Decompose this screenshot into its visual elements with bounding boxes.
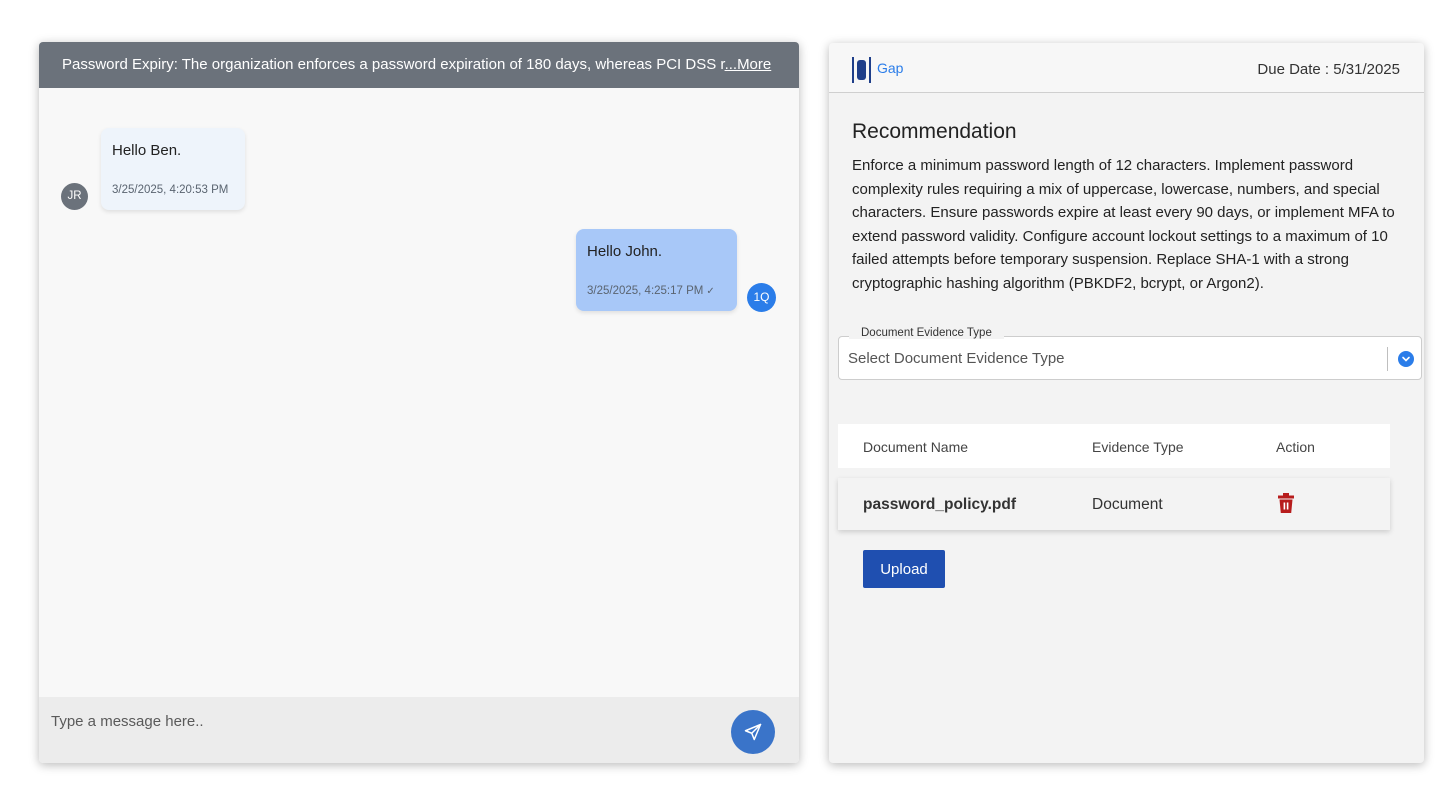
gap-header: Gap Due Date : 5/31/2025 — [829, 43, 1424, 93]
gap-panel: Gap Due Date : 5/31/2025 Recommendation … — [829, 43, 1424, 763]
recommendation-title: Recommendation — [852, 120, 1017, 143]
send-button[interactable] — [731, 710, 775, 754]
documents-table: Document Name Evidence Type Action passw… — [838, 424, 1390, 530]
evidence-type: Document — [1092, 496, 1163, 513]
paper-plane-icon — [744, 723, 762, 741]
message-text: Hello John. — [587, 243, 663, 260]
message-timestamp: 3/25/2025, 4:20:53 PM — [112, 184, 229, 196]
select-placeholder: Select Document Evidence Type — [848, 350, 1065, 367]
chevron-down-icon[interactable] — [1398, 351, 1414, 367]
gap-summary-header: Password Expiry: The organization enforc… — [39, 42, 799, 88]
select-divider — [1387, 347, 1388, 371]
gap-summary-text: Password Expiry: The organization enforc… — [62, 56, 725, 73]
column-header: Document Name — [863, 439, 969, 455]
more-link[interactable]: ...More — [725, 56, 772, 73]
message-input[interactable] — [51, 709, 691, 733]
column-header: Action — [1276, 439, 1315, 455]
table-header: Document Name Evidence Type Action — [838, 424, 1390, 468]
message-bubble-sent: Hello John. 3/25/2025, 4:25:17 PM ✓ — [576, 229, 737, 311]
table-row: password_policy.pdf Document — [838, 478, 1390, 530]
recommendation-body: Enforce a minimum password length of 12 … — [852, 157, 1395, 292]
avatar: 1Q — [747, 283, 776, 312]
avatar: JR — [61, 183, 88, 210]
message-text: Hello Ben. — [112, 142, 182, 159]
select-label: Document Evidence Type — [849, 327, 1004, 339]
message-timestamp-text: 3/25/2025, 4:25:17 PM — [587, 285, 704, 297]
document-name: password_policy.pdf — [863, 496, 1017, 513]
chevron-down-glyph — [1402, 356, 1410, 362]
message-timestamp: 3/25/2025, 4:25:17 PM ✓ — [587, 285, 715, 297]
message-bubble-received: Hello Ben. 3/25/2025, 4:20:53 PM — [101, 128, 245, 210]
trash-icon[interactable] — [1278, 493, 1294, 513]
evidence-type-select[interactable]: Select Document Evidence Type — [838, 336, 1422, 380]
checkmark-icon: ✓ — [706, 286, 715, 297]
gap-title: Gap — [877, 60, 904, 76]
column-header: Evidence Type — [1092, 439, 1184, 455]
due-date: Due Date : 5/31/2025 — [1257, 61, 1400, 78]
upload-button[interactable]: Upload — [863, 550, 945, 588]
gap-logo-icon — [852, 57, 871, 83]
chat-panel: Password Expiry: The organization enforc… — [39, 42, 799, 763]
message-composer — [39, 697, 799, 763]
